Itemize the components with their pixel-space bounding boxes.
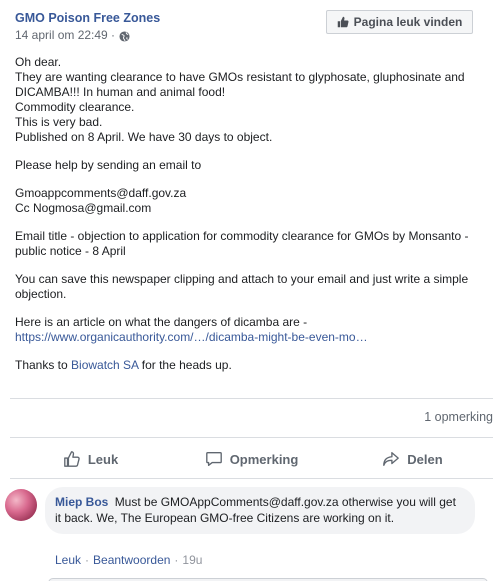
comment-button[interactable]: Opmerking — [171, 440, 332, 478]
cc-address: Cc Nogmosa@gmail.com — [15, 201, 152, 215]
like-label: Leuk — [87, 451, 119, 467]
speech-bubble-icon — [205, 452, 222, 466]
post-meta: 14 april om 22:49 · — [15, 27, 160, 43]
post-text-line: Oh dear. — [15, 55, 62, 69]
avatar[interactable] — [5, 489, 37, 521]
comment-label: Opmerking — [229, 451, 299, 467]
post-timestamp[interactable]: 14 april om 22:49 · — [15, 27, 115, 43]
thumbs-up-icon — [337, 16, 349, 28]
paragraph-5: You can save this newspaper clipping and… — [15, 272, 490, 302]
post-text-line: You can save this newspaper clipping and… — [15, 272, 469, 301]
thanks-suffix: for the heads up. — [138, 358, 232, 372]
email-address: Gmoappcomments@daff.gov.za — [15, 186, 187, 200]
commenter-name[interactable]: Miep Bos — [55, 495, 108, 509]
post-text-line: Email title - objection to application f… — [15, 229, 469, 258]
post-header: GMO Poison Free Zones 14 april om 22:49 … — [15, 10, 160, 43]
share-button[interactable]: Delen — [332, 440, 493, 478]
separator-dot: · — [174, 553, 179, 567]
comment-count[interactable]: 1 opmerking — [424, 410, 493, 424]
like-button[interactable]: Leuk — [10, 440, 171, 478]
comment-bubble: Miep Bos Must be GMOAppComments@daff.gov… — [45, 487, 475, 534]
page-name-link[interactable]: GMO Poison Free Zones — [15, 10, 160, 26]
share-label: Delen — [407, 451, 443, 467]
biowatch-link[interactable]: Biowatch SA — [71, 358, 138, 372]
paragraph-6: Here is an article on what the dangers o… — [15, 315, 490, 345]
article-link[interactable]: https://www.organicauthority.com/…/dicam… — [15, 330, 368, 344]
comment-actions: Leuk · Beantwoorden · 19u — [55, 553, 202, 567]
divider — [10, 437, 493, 438]
like-page-label: Pagina leuk vinden — [353, 15, 463, 29]
post-actions: Leuk Opmerking Delen — [10, 440, 493, 478]
like-page-button[interactable]: Pagina leuk vinden — [326, 10, 473, 34]
article-intro: Here is an article on what the dangers o… — [15, 315, 308, 329]
globe-icon — [119, 30, 130, 42]
paragraph-7: Thanks to Biowatch SA for the heads up. — [15, 358, 490, 373]
reply-link[interactable]: Beantwoorden — [93, 553, 170, 567]
paragraph-4: Email title - objection to application f… — [15, 229, 490, 259]
post-text-line: Published on 8 April. We have 30 days to… — [15, 130, 273, 144]
paragraph-2: Please help by sending an email to — [15, 158, 490, 173]
post-body: Oh dear. They are wanting clearance to h… — [15, 55, 490, 386]
post-text-line: This is very bad. — [15, 115, 103, 129]
share-arrow-icon — [383, 452, 400, 466]
divider — [10, 398, 493, 399]
comment-like-link[interactable]: Leuk — [55, 553, 81, 567]
facebook-post: GMO Poison Free Zones 14 april om 22:49 … — [0, 0, 503, 581]
post-text-line: Commodity clearance. — [15, 100, 135, 114]
comment-time[interactable]: 19u — [182, 553, 202, 567]
separator-dot: · — [85, 553, 90, 567]
post-text-line: Please help by sending an email to — [15, 158, 202, 172]
paragraph-1: Oh dear. They are wanting clearance to h… — [15, 55, 490, 145]
thumbs-up-outline-icon — [63, 451, 80, 467]
comment-text: Must be GMOAppComments@daff.gov.za other… — [55, 495, 456, 525]
paragraph-3: Gmoappcomments@daff.gov.za Cc Nogmosa@gm… — [15, 186, 490, 216]
divider — [10, 478, 493, 479]
thanks-prefix: Thanks to — [15, 358, 72, 372]
post-text-line: They are wanting clearance to have GMOs … — [15, 70, 465, 99]
